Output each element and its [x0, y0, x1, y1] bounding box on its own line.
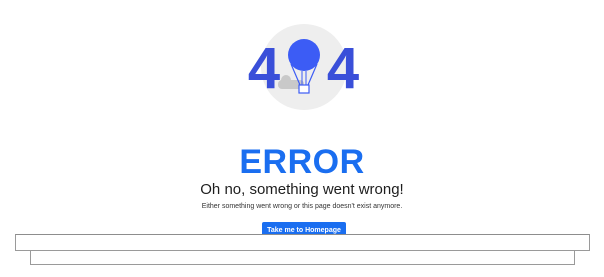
overlay-panel-front	[15, 234, 590, 251]
error-subheading: Oh no, something went wrong!	[200, 181, 404, 198]
error-description: Either something went wrong or this page…	[201, 203, 403, 210]
error-404-illustration: 4 4	[248, 24, 359, 110]
error-page: 4 4 ERROR Oh no, something went wrong! E…	[0, 0, 604, 277]
error-heading: ERROR	[239, 143, 365, 181]
digit-four-right: 4	[327, 36, 359, 101]
digit-four-left: 4	[248, 36, 280, 101]
overlay-panel-back	[30, 250, 575, 265]
